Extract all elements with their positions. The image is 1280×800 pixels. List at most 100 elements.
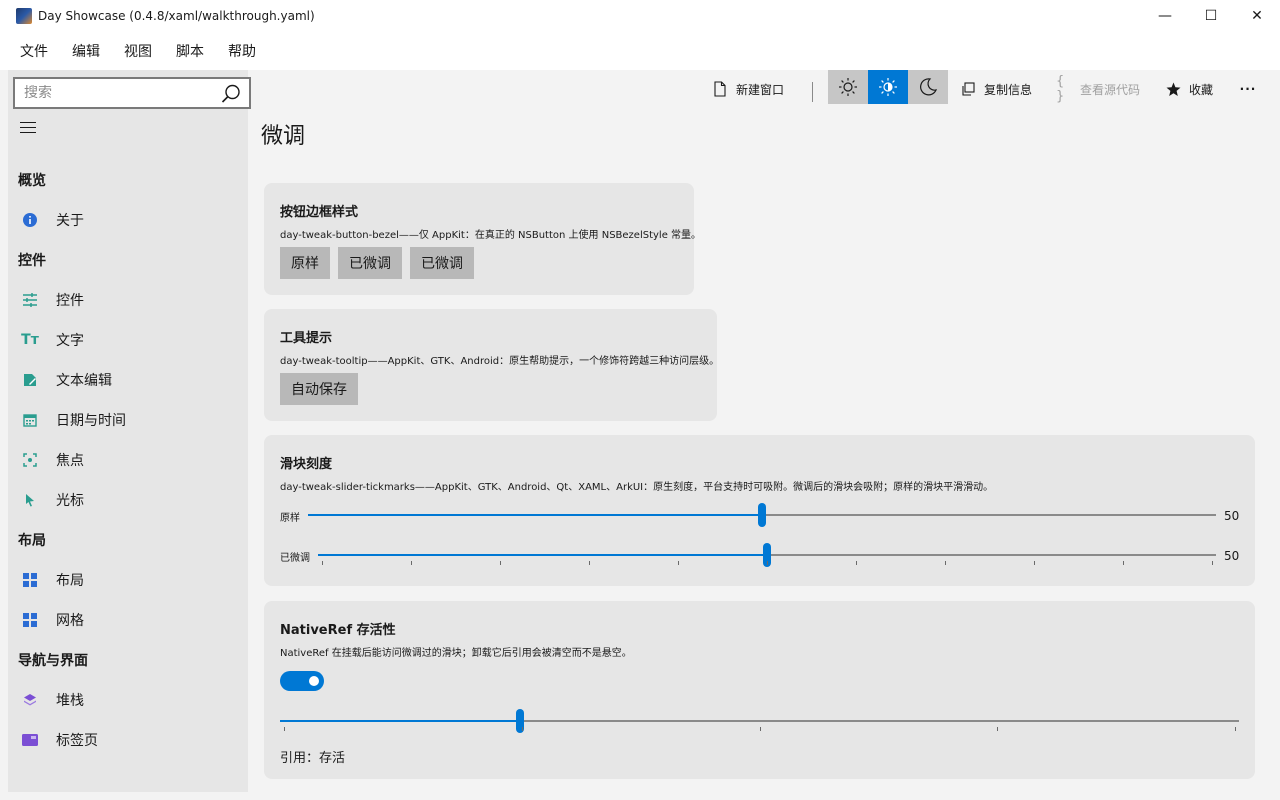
search-icon[interactable]: [221, 84, 241, 104]
slider-label: 已微调: [280, 553, 310, 564]
menu-edit[interactable]: 编辑: [60, 41, 112, 61]
toggle-knob: [309, 676, 319, 686]
sidebar-item-grid[interactable]: 网格: [8, 600, 248, 640]
slider-tick: [997, 727, 999, 731]
info-icon: [22, 212, 38, 228]
new-window-label: 新建窗口: [736, 82, 785, 97]
nativeref-slider[interactable]: [280, 709, 1239, 733]
moon-icon: [920, 78, 938, 96]
sidebar-item-datetime[interactable]: 日期与时间: [8, 400, 248, 440]
favorite-label: 收藏: [1189, 82, 1214, 97]
slider-tick: [856, 561, 857, 565]
card-button-bezel: 按钮边框样式 day-tweak-button-bezel——仅 AppKit：…: [264, 183, 701, 295]
ref-status-text: 引用：存活: [280, 751, 346, 766]
mount-toggle[interactable]: [280, 671, 324, 691]
autosave-button[interactable]: 自动保存: [280, 373, 358, 405]
sidebar-item-label: 标签页: [56, 733, 98, 749]
sidebar-item-label: 关于: [56, 213, 84, 229]
focus-icon: [22, 452, 38, 468]
view-source-label: 查看源代码: [1080, 82, 1141, 97]
nav-group-layout: 布局: [18, 533, 46, 549]
maximize-button[interactable]: ☐: [1188, 0, 1234, 32]
sidebar-item-layout[interactable]: 布局: [8, 560, 248, 600]
menu-view[interactable]: 视图: [112, 41, 164, 61]
search-box: [13, 77, 251, 109]
slider-tweaked[interactable]: [318, 543, 1216, 567]
slider-fill: [280, 720, 520, 722]
bezel-tweaked-button[interactable]: 已微调: [338, 247, 402, 279]
slider-tick: [678, 561, 679, 565]
bezel-tweaked-button[interactable]: 已微调: [410, 247, 474, 279]
view-source-button[interactable]: { } 查看源代码: [1056, 70, 1140, 108]
sidebar-item-cursor[interactable]: 光标: [8, 480, 248, 520]
sidebar-item-about[interactable]: 关于: [8, 200, 248, 240]
sidebar-item-label: 堆栈: [56, 693, 84, 709]
menu-script[interactable]: 脚本: [164, 41, 216, 61]
sidebar-item-text[interactable]: Tт 文字: [8, 320, 248, 360]
nav-group-controls: 控件: [18, 253, 46, 269]
copy-icon: [960, 81, 976, 97]
more-options-button[interactable]: ···: [1238, 70, 1258, 108]
menu-file[interactable]: 文件: [8, 41, 60, 61]
card-description: day-tweak-button-bezel——仅 AppKit：在真正的 NS…: [280, 230, 702, 241]
hamburger-menu-icon[interactable]: [20, 122, 36, 138]
slider-tick: [759, 727, 761, 731]
card-title: 按钮边框样式: [280, 205, 359, 220]
sidebar-item-label: 网格: [56, 613, 84, 629]
card-description: day-tweak-slider-tickmarks——AppKit、GTK、A…: [280, 482, 994, 493]
menu-bar: 文件 编辑 视图 脚本 帮助: [0, 32, 1280, 70]
slider-fill: [308, 514, 762, 516]
window-controls: — ☐ ✕: [1142, 0, 1280, 32]
sidebar-item-label: 文本编辑: [56, 373, 112, 389]
theme-light-button[interactable]: [828, 70, 868, 104]
slider-tick: [767, 561, 768, 565]
sidebar-item-label: 焦点: [56, 453, 84, 469]
cursor-icon: [22, 492, 38, 508]
toolbar: 新建窗口 复制信息 { } 查看源代码 收藏 ···: [248, 70, 1280, 108]
minimize-button[interactable]: —: [1142, 0, 1188, 32]
page-title: 微调: [261, 124, 306, 149]
card-nativeref: NativeRef 存活性 NativeRef 在挂载后能访问微调过的滑块；卸载…: [264, 601, 1255, 779]
favorite-button[interactable]: 收藏: [1165, 70, 1213, 108]
card-tooltip: 工具提示 day-tweak-tooltip——AppKit、GTK、Andro…: [264, 309, 720, 421]
slider-tick: [521, 727, 523, 731]
title-bar: Day Showcase (0.4.8/xaml/walkthrough.yam…: [0, 0, 1280, 32]
sidebar-item-label: 文字: [56, 333, 84, 349]
toolbar-separator: [812, 82, 813, 102]
slider-label: 原样: [280, 513, 300, 524]
slider-fill: [318, 554, 767, 556]
bezel-default-button[interactable]: 原样: [280, 247, 330, 279]
sidebar-item-focus[interactable]: 焦点: [8, 440, 248, 480]
slider-thumb[interactable]: [758, 503, 766, 527]
card-title: 滑块刻度: [280, 457, 333, 472]
sidebar-item-text-edit[interactable]: 文本编辑: [8, 360, 248, 400]
copy-info-button[interactable]: 复制信息: [960, 70, 1032, 108]
card-title: NativeRef 存活性: [280, 623, 396, 638]
menu-help[interactable]: 帮助: [216, 41, 268, 61]
app-icon: [16, 8, 32, 24]
stack-icon: [22, 692, 38, 708]
theme-dark-button[interactable]: [908, 70, 948, 104]
slider-tick: [1212, 561, 1213, 565]
slider-default[interactable]: [308, 503, 1216, 527]
card-description: day-tweak-tooltip——AppKit、GTK、Android：原生…: [280, 356, 720, 367]
sidebar-item-label: 日期与时间: [56, 413, 126, 429]
theme-system-button[interactable]: [868, 70, 908, 104]
grid-layout-icon: [22, 572, 38, 588]
slider-tick: [1034, 561, 1035, 565]
sidebar-item-tabs[interactable]: 标签页: [8, 720, 248, 760]
sidebar-item-controls[interactable]: 控件: [8, 280, 248, 320]
sun-half-icon: [879, 78, 897, 96]
search-input[interactable]: [15, 85, 215, 101]
tabs-icon: [22, 732, 38, 748]
edit-icon: [22, 372, 38, 388]
star-icon: [1165, 81, 1181, 97]
slider-tick: [500, 561, 501, 565]
new-window-button[interactable]: 新建窗口: [712, 70, 784, 108]
close-button[interactable]: ✕: [1234, 0, 1280, 32]
sidebar-item-label: 布局: [56, 573, 84, 589]
sidebar-item-stack[interactable]: 堆栈: [8, 680, 248, 720]
card-title: 工具提示: [280, 331, 333, 346]
slider-tick: [945, 561, 946, 565]
slider-tick: [322, 561, 323, 565]
